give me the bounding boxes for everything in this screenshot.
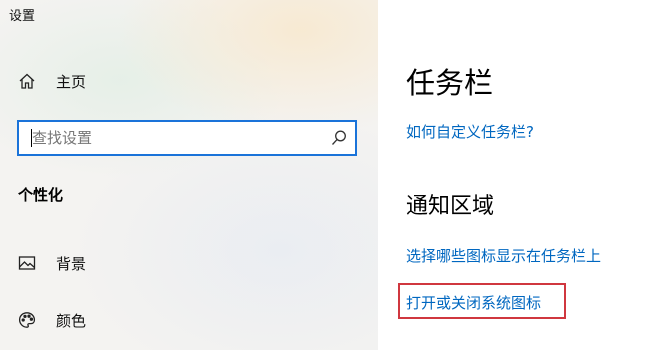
sidebar-item-background[interactable]: 背景	[17, 252, 86, 274]
sidebar-item-label: 颜色	[56, 311, 87, 330]
home-icon	[17, 71, 37, 91]
section-heading-notification-area: 通知区域	[406, 194, 495, 219]
window-title: 设置	[9, 9, 36, 24]
customize-taskbar-link[interactable]: 如何自定义任务栏?	[406, 121, 534, 142]
search-icon[interactable]	[330, 129, 348, 147]
sidebar-item-label: 背景	[56, 254, 87, 273]
page-title: 任务栏	[406, 66, 494, 100]
sidebar-item-home[interactable]: 主页	[17, 70, 86, 92]
search-input[interactable]	[19, 122, 319, 154]
main-content: 任务栏 如何自定义任务栏? 通知区域 选择哪些图标显示在任务栏上 打开或关闭系统…	[378, 0, 650, 350]
section-label: 个性化	[18, 186, 64, 204]
picture-icon	[17, 253, 37, 273]
search-box[interactable]	[17, 120, 357, 156]
select-taskbar-icons-link[interactable]: 选择哪些图标显示在任务栏上	[406, 245, 601, 266]
sidebar: 设置 主页 个性化 背景	[0, 0, 378, 350]
sidebar-item-colors[interactable]: 颜色	[17, 309, 86, 331]
toggle-system-icons-link[interactable]: 打开或关闭系统图标	[406, 292, 541, 313]
text-caret	[31, 129, 32, 147]
sidebar-item-label: 主页	[56, 72, 87, 91]
palette-icon	[17, 310, 37, 330]
